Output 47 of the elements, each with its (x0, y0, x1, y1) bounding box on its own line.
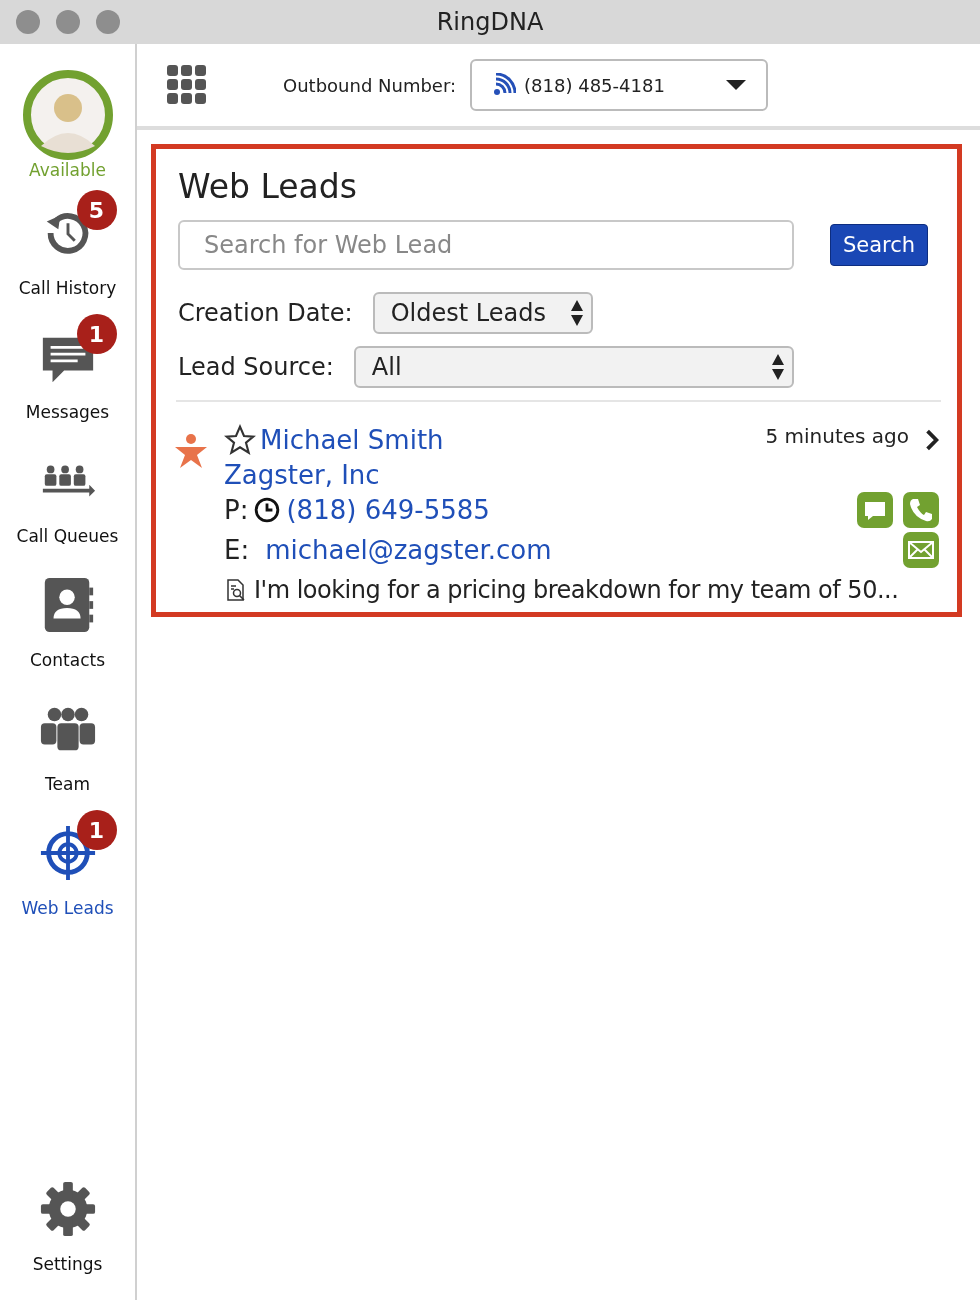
lead-note: I'm looking for a pricing breakdown for my team of 50... (254, 576, 899, 604)
settings-item[interactable]: Settings (3, 1164, 132, 1274)
lead-name-link[interactable]: Michael Smith (260, 425, 444, 455)
sidebar-item[interactable]: Contacts (3, 560, 132, 670)
phone-link[interactable]: (818) 649-5585 (286, 495, 490, 525)
clock-icon (254, 497, 281, 523)
search-field[interactable]: Search for Web Lead (178, 220, 794, 270)
filter-label: Lead Source: (178, 353, 334, 381)
sidebar-item[interactable]: 5 Call History (3, 188, 132, 298)
window-control[interactable] (56, 10, 80, 34)
panel-title: Web Leads (178, 167, 358, 206)
stepper-icon (771, 354, 784, 380)
chat-button[interactable] (857, 492, 893, 528)
window-control[interactable] (16, 10, 40, 34)
settings-icon (38, 1180, 97, 1238)
email-button[interactable] (903, 532, 939, 568)
window-control[interactable] (96, 10, 120, 34)
team-icon (38, 706, 97, 752)
sidebar-item[interactable]: 1 Web Leads (3, 808, 132, 918)
company-link[interactable]: Zagster, Inc (224, 460, 939, 490)
call-button[interactable] (903, 492, 939, 528)
filter-label: Creation Date: (178, 299, 353, 327)
sidebar-item[interactable]: Team (3, 684, 132, 794)
sidebar-item[interactable]: Call Queues (3, 436, 132, 546)
caret-icon (726, 80, 747, 90)
lead-time: 5 minutes ago (765, 424, 909, 448)
chevron-icon[interactable] (925, 429, 939, 451)
search-button[interactable]: Search (830, 224, 929, 266)
status-label: Available (29, 160, 106, 180)
outbound-label: Outbound Number: (283, 74, 457, 96)
count-badge: 1 (76, 810, 117, 850)
star-icon[interactable] (224, 424, 256, 456)
dialpad-icon[interactable] (167, 65, 207, 105)
sidebar-item[interactable]: 1 Messages (3, 312, 132, 422)
filter-select[interactable]: All (353, 346, 794, 388)
person-icon (174, 434, 208, 468)
window-title: RingDNA (436, 8, 544, 36)
phone-label: P: (224, 495, 249, 525)
email-label: E: (224, 535, 250, 565)
outbound-number-dropdown[interactable]: (818) 485-4181 (470, 59, 769, 111)
email-link[interactable]: michael@zagster.com (265, 535, 552, 565)
count-badge: 1 (76, 314, 117, 354)
count-badge: 5 (76, 190, 117, 230)
avatar-icon[interactable] (22, 70, 113, 160)
filter-select[interactable]: Oldest Leads (372, 292, 593, 334)
signal-icon (492, 73, 517, 97)
stepper-icon (570, 300, 583, 326)
